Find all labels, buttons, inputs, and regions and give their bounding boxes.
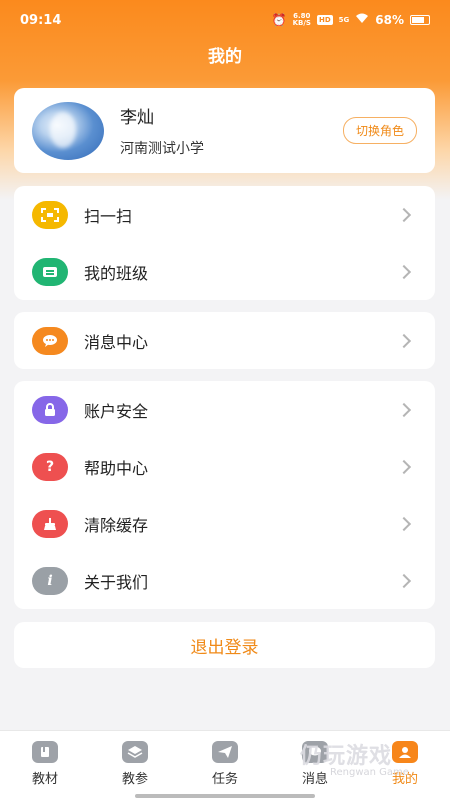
chevron-right-icon [396, 459, 412, 474]
send-icon [212, 741, 238, 763]
chevron-right-icon [396, 573, 412, 588]
scan-icon [32, 200, 68, 229]
profile-card[interactable]: 李灿 河南测试小学 切换角色 [14, 88, 435, 173]
tab-references[interactable]: 教参 [90, 731, 180, 800]
class-icon [32, 257, 68, 286]
net-speed: 6.80 KB/S [292, 12, 311, 27]
wifi-icon [355, 13, 369, 27]
watermark-logo: 仍玩游戏 [300, 744, 393, 769]
help-icon: ? [32, 452, 68, 481]
book-icon [32, 741, 58, 763]
signal-icon: 5G [338, 15, 350, 24]
logout-button[interactable]: 退出登录 [14, 622, 435, 668]
chevron-right-icon [396, 264, 412, 279]
layers-icon [122, 741, 148, 763]
menu-item-scan[interactable]: 扫一扫 [14, 186, 435, 243]
info-icon: i [32, 566, 68, 595]
alarm-icon: ⏰ [271, 13, 287, 27]
status-bar: 09:14 ⏰ 6.80 KB/S HD 5G 68% [0, 0, 450, 40]
lock-icon [32, 395, 68, 424]
chevron-right-icon [396, 333, 412, 348]
profile-icon [392, 741, 418, 763]
school-name: 河南测试小学 [120, 141, 204, 157]
home-indicator[interactable] [135, 794, 315, 798]
menu-item-help-center[interactable]: ? 帮助中心 [14, 438, 435, 495]
battery-icon [410, 15, 430, 25]
tab-textbooks[interactable]: 教材 [0, 731, 90, 800]
menu-group-tools: 扫一扫 我的班级 [14, 186, 435, 300]
tab-tasks[interactable]: 任务 [180, 731, 270, 800]
hd-badge: HD [316, 15, 333, 25]
menu-item-clear-cache[interactable]: 清除缓存 [14, 495, 435, 552]
menu-item-account-security[interactable]: 账户安全 [14, 381, 435, 438]
watermark-subtext: Rengwan Game [330, 767, 409, 778]
chevron-right-icon [396, 516, 412, 531]
user-name: 李灿 [120, 108, 154, 128]
message-icon [32, 326, 68, 355]
menu-item-about-us[interactable]: i 关于我们 [14, 552, 435, 609]
status-time: 09:14 [20, 12, 62, 28]
menu-group-messages: 消息中心 [14, 312, 435, 369]
page-title: 我的 [208, 47, 242, 67]
chevron-right-icon [396, 207, 412, 222]
avatar[interactable] [32, 101, 104, 160]
broom-icon [32, 509, 68, 538]
chevron-right-icon [396, 402, 412, 417]
menu-item-message-center[interactable]: 消息中心 [14, 312, 435, 369]
battery-percent: 68% [375, 13, 404, 27]
switch-role-button[interactable]: 切换角色 [342, 117, 417, 144]
menu-item-my-class[interactable]: 我的班级 [14, 243, 435, 300]
menu-group-settings: 账户安全 ? 帮助中心 清除缓存 i 关于我们 [14, 381, 435, 609]
